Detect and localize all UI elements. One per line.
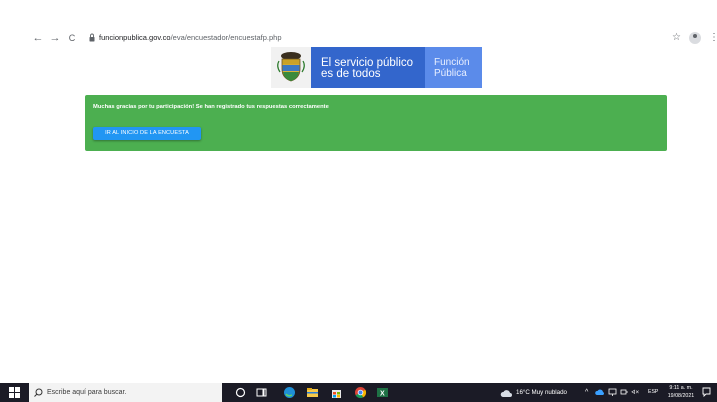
file-explorer-icon[interactable]	[306, 386, 319, 399]
address-bar[interactable]: funcionpublica.gov.co/eva/encuestador/en…	[99, 29, 282, 47]
windows-taskbar: Escribe aquí para buscar. X 16°C Muy nub…	[0, 383, 717, 402]
edge-icon[interactable]	[283, 386, 296, 399]
coat-of-arms-logo	[271, 47, 311, 88]
reload-button[interactable]: C	[66, 29, 78, 47]
notifications-icon[interactable]	[702, 387, 711, 397]
svg-text:X: X	[380, 391, 385, 398]
banner-entity: Función Pública	[425, 47, 482, 88]
excel-icon[interactable]: X	[376, 386, 389, 399]
url-domain: funcionpublica.gov.co	[99, 33, 171, 42]
tray-chevron-icon[interactable]: ^	[585, 383, 588, 402]
lock-icon	[89, 33, 95, 42]
success-message: Muchas gracias por tu participación! Se …	[93, 104, 329, 110]
language-indicator[interactable]: ESP	[648, 383, 658, 402]
banner-line-2: es de todos	[321, 68, 381, 80]
browser-menu-icon[interactable]: ⋮	[709, 29, 717, 47]
onedrive-icon[interactable]	[595, 388, 605, 396]
search-placeholder: Escribe aquí para buscar.	[47, 389, 127, 396]
chrome-icon[interactable]	[354, 386, 367, 399]
success-alert: Muchas gracias por tu participación! Se …	[85, 95, 667, 151]
url-path: /eva/encuestador/encuestafp.php	[170, 33, 282, 42]
task-view-icon[interactable]	[255, 386, 268, 399]
banner-line-4: Pública	[434, 68, 467, 79]
cortana-icon[interactable]	[234, 386, 247, 399]
network-icon[interactable]	[608, 388, 617, 397]
profile-avatar-icon[interactable]	[689, 32, 701, 44]
power-plug-icon[interactable]	[620, 388, 629, 397]
forward-button[interactable]: →	[49, 29, 61, 47]
store-icon[interactable]	[330, 386, 343, 399]
banner-slogan: El servicio público es de todos	[311, 47, 425, 88]
header-banner: El servicio público es de todos Función …	[271, 47, 482, 88]
clock-date: 19/08/2021	[667, 393, 695, 399]
browser-toolbar: ← → C funcionpublica.gov.co/eva/encuesta…	[0, 29, 717, 47]
clock-time: 9:11 a. m.	[669, 385, 693, 391]
taskbar-search-box[interactable]: Escribe aquí para buscar.	[29, 383, 222, 402]
weather-text[interactable]: 16°C Muy nublado	[516, 383, 567, 402]
go-to-survey-start-button[interactable]: IR AL INICIO DE LA ENCUESTA	[93, 127, 201, 140]
volume-icon[interactable]: ᗏ×	[631, 383, 639, 402]
coat-of-arms-icon	[277, 52, 305, 82]
bookmark-star-icon[interactable]: ☆	[672, 29, 681, 47]
taskbar-clock[interactable]: 9:11 a. m. 19/08/2021	[661, 384, 701, 400]
windows-start-icon[interactable]	[9, 387, 20, 398]
banner-line-3: Función	[434, 57, 470, 68]
cloud-weather-icon[interactable]	[500, 387, 513, 400]
search-icon	[34, 388, 43, 397]
browser-tab-strip	[0, 0, 717, 29]
back-button[interactable]: ←	[32, 29, 44, 47]
